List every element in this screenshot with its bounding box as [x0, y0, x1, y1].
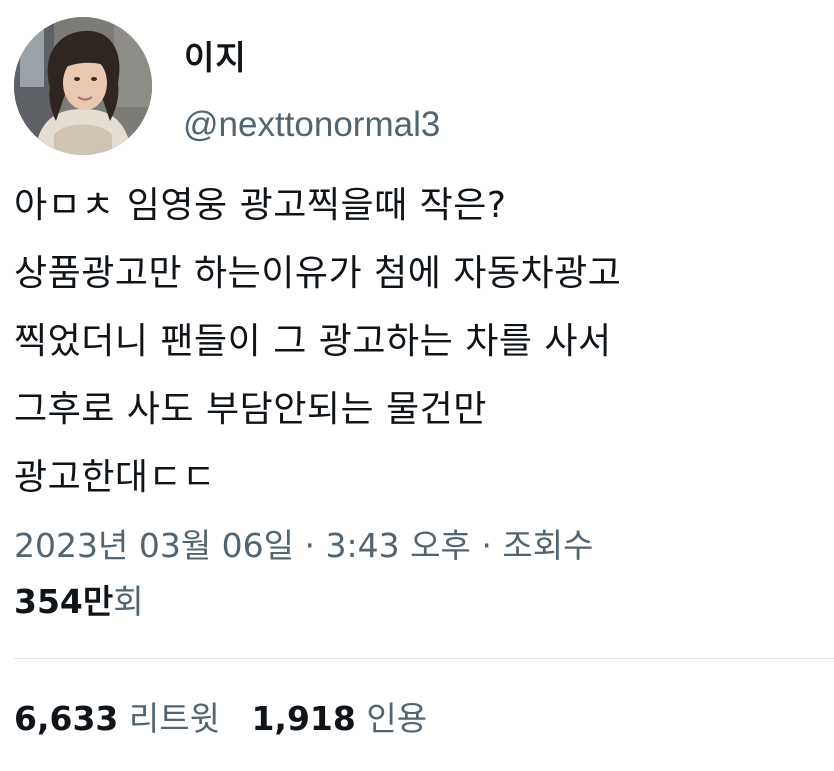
tweet-text-line: 그후로 사도 부담안되는 물건만 [14, 389, 487, 430]
quotes-count: 1,918 [251, 699, 356, 738]
divider [14, 658, 834, 659]
views-count: 354만 [14, 582, 114, 621]
tweet-text: 아ㅁㅊ 임영웅 광고찍을때 작은? 상품광고만 하는이유가 첨에 자동차광고 찍… [14, 172, 824, 512]
views-suffix: 회 [113, 582, 144, 621]
tweet-text-line: 찍었더니 팬들이 그 광고하는 차를 사서 [14, 321, 612, 362]
meta-separator: · [470, 526, 503, 565]
tweet-text-line: 광고한대ㄷㄷ [14, 457, 216, 498]
quotes-label: 인용 [366, 699, 428, 738]
engagement-stats: 6,633 리트윗 1,918 인용 [14, 697, 427, 741]
views-label: 조회수 [502, 526, 594, 565]
retweets-count: 6,633 [14, 699, 119, 738]
profile-photo-icon [14, 17, 152, 155]
views-count-line: 354만회 [14, 580, 144, 624]
retweets-stat[interactable]: 6,633 리트윗 [14, 699, 220, 738]
tweet-time[interactable]: 3:43 오후 [326, 526, 471, 565]
tweet-text-line: 아ㅁㅊ 임영웅 광고찍을때 작은? [14, 185, 507, 226]
avatar[interactable] [14, 17, 152, 155]
tweet-text-line: 상품광고만 하는이유가 첨에 자동차광고 [14, 253, 622, 294]
meta-separator: · [294, 526, 326, 565]
display-name[interactable]: 이지 [184, 38, 247, 78]
quotes-stat[interactable]: 1,918 인용 [251, 699, 427, 738]
tweet-date[interactable]: 2023년 03월 06일 [14, 526, 294, 565]
retweets-label: 리트윗 [128, 699, 220, 738]
user-handle[interactable]: @nexttonormal3 [183, 104, 440, 146]
tweet-metadata: 2023년 03월 06일 · 3:43 오후 · 조회수 [14, 524, 593, 568]
